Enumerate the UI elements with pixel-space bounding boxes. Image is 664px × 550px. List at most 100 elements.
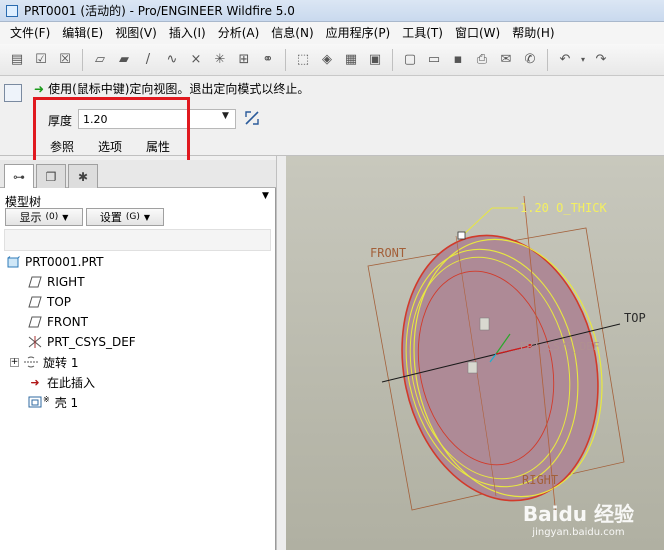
tree-item-shell[interactable]: ※ 壳 1 <box>28 392 78 412</box>
expand-plus-icon[interactable]: + <box>10 357 19 367</box>
tree-item-label: FRONT <box>47 315 88 329</box>
email-link-icon[interactable]: ✆ <box>519 49 541 71</box>
email-icon[interactable]: ✉ <box>495 49 517 71</box>
toolbar-separator <box>392 48 393 71</box>
csys-display-icon[interactable]: ✳ <box>209 49 231 71</box>
tree-item-front[interactable]: FRONT <box>28 312 88 332</box>
shell-icon <box>28 396 42 408</box>
csys-icon <box>28 336 42 348</box>
favorites-tab-icon[interactable]: ✱ <box>68 164 98 188</box>
new-file-icon[interactable]: ▢ <box>399 49 421 71</box>
menu-window[interactable]: 窗口(W) <box>449 22 506 44</box>
undo-icon[interactable]: ↶ <box>554 49 576 71</box>
menu-analysis[interactable]: 分析(A) <box>212 22 266 44</box>
csys-axis-tag <box>479 317 490 331</box>
show-button[interactable]: 显示 (0) ▼ <box>5 208 83 226</box>
tree-item-label: PRT0001.PRT <box>25 255 104 269</box>
datum-plane-icon <box>28 276 42 288</box>
toolbar-separator <box>285 48 286 71</box>
menu-file[interactable]: 文件(F) <box>4 22 56 44</box>
link-icon[interactable]: ⚭ <box>257 49 279 71</box>
tree-item-label: RIGHT <box>47 275 85 289</box>
view-manager-icon[interactable]: ▣ <box>364 49 386 71</box>
layers-icon[interactable]: ▦ <box>340 49 362 71</box>
menu-insert[interactable]: 插入(I) <box>163 22 212 44</box>
chevron-down-icon: ▼ <box>143 212 151 222</box>
front-plane-label: FRONT <box>370 246 406 260</box>
menu-applications[interactable]: 应用程序(P) <box>320 22 397 44</box>
window-check-icon[interactable]: ☑ <box>30 49 52 71</box>
undo-dropdown-icon[interactable]: ▾ <box>578 49 588 71</box>
window-title: PRT0001 (活动的) - Pro/ENGINEER Wildfire 5.… <box>24 4 295 18</box>
tree-item-insert-here[interactable]: ➜ 在此插入 <box>28 372 95 392</box>
datum-plane-display-icon[interactable]: ▱ <box>89 49 111 71</box>
flip-direction-icon[interactable] <box>243 109 261 127</box>
show-button-label: 显示 <box>19 211 42 224</box>
tree-item-csys[interactable]: PRT_CSYS_DEF <box>28 332 136 352</box>
top-plane-label: TOP <box>624 311 646 325</box>
folder-browser-tab-icon[interactable]: ❐ <box>36 164 66 188</box>
tree-item-label: 壳 1 <box>54 395 79 410</box>
panel-splitter[interactable] <box>276 156 286 550</box>
part-icon <box>6 256 20 268</box>
annotation-highlight-box <box>33 97 190 163</box>
tree-item-label: 旋转 1 <box>43 355 79 370</box>
datum-plane-icon <box>28 296 42 308</box>
model-tree-tab-icon[interactable]: ⊶ <box>4 164 34 189</box>
menu-tools[interactable]: 工具(T) <box>396 22 449 44</box>
datum-plane-icon <box>28 316 42 328</box>
message-arrow-icon: ➜ <box>34 81 45 96</box>
datum-plane-display-icon[interactable]: ▰ <box>113 49 135 71</box>
window-close-icon[interactable]: ☒ <box>54 49 76 71</box>
graphics-viewport[interactable]: 1.20 O_THICK FRONT TOP RIGHT PRT_CSYS_DE… <box>286 156 664 550</box>
navigator-tabs: ⊶ ❐ ✱ <box>0 160 276 189</box>
model-graphics: 1.20 O_THICK FRONT TOP RIGHT PRT_CSYS_DE… <box>367 195 646 517</box>
chevron-down-icon: ▼ <box>62 212 69 222</box>
menu-info[interactable]: 信息(N) <box>265 22 319 44</box>
menu-bar: 文件(F) 编辑(E) 视图(V) 插入(I) 分析(A) 信息(N) 应用程序… <box>0 22 664 44</box>
csys-axis-tag <box>467 361 478 374</box>
point-display-icon[interactable]: × <box>185 49 207 71</box>
new-feature-marker-icon: ※ <box>43 394 50 404</box>
dashboard-toggle-icon[interactable] <box>4 84 22 102</box>
tree-item-part[interactable]: PRT0001.PRT <box>6 252 103 272</box>
settings-button[interactable]: 设置 (G) ▼ <box>86 208 164 226</box>
curve-display-icon[interactable]: ∿ <box>161 49 183 71</box>
watermark: Baidu 经验 jingyan.baidu.com <box>523 498 634 538</box>
dimension-label: 1.20 O_THICK <box>520 201 607 215</box>
model-tree-panel: 模型树 ▼ 显示 (0) ▼ 设置 (G) ▼ PRT0001.PRT RIGH… <box>0 188 276 550</box>
panel-menu-icon[interactable]: ▼ <box>262 191 269 201</box>
orient-icon[interactable]: ⬚ <box>292 49 314 71</box>
message-text: 使用(鼠标中键)定向视图。退出定向模式以终止。 <box>48 82 310 96</box>
csys-label: PRT_CSYS_DEF <box>520 340 599 353</box>
tree-item-label: TOP <box>47 295 72 309</box>
app-icon <box>6 4 18 17</box>
menu-view[interactable]: 视图(V) <box>109 22 163 44</box>
print-icon[interactable]: ⎙ <box>471 49 493 71</box>
thickness-dropdown-icon[interactable]: ▼ <box>222 111 229 121</box>
tree-filter-strip[interactable] <box>4 229 271 251</box>
save-icon[interactable]: ▪ <box>447 49 469 71</box>
tree-item-right[interactable]: RIGHT <box>28 272 85 292</box>
saved-views-icon[interactable]: ◈ <box>316 49 338 71</box>
menu-edit[interactable]: 编辑(E) <box>56 22 109 44</box>
toolbar-separator <box>82 48 83 71</box>
dimension-leader <box>461 207 493 237</box>
tree-item-label: PRT_CSYS_DEF <box>47 335 136 349</box>
show-button-shortcut: (0) <box>45 212 59 222</box>
tree-item-top[interactable]: TOP <box>28 292 71 312</box>
watermark-url: jingyan.baidu.com <box>532 527 625 538</box>
open-file-icon[interactable]: ▭ <box>423 49 445 71</box>
datum-axis-display-icon[interactable]: / <box>137 49 159 71</box>
revolve-icon <box>24 356 38 368</box>
toolbar: ▤ ☑ ☒ ▱ ▰ / ∿ × ✳ ⊞ ⚭ ⬚ ◈ ▦ ▣ ▢ ▭ ▪ ⎙ ✉ … <box>0 44 664 76</box>
menu-help[interactable]: 帮助(H) <box>506 22 560 44</box>
annotation-display-icon[interactable]: ⊞ <box>233 49 255 71</box>
tree-item-revolve[interactable]: + 旋转 1 <box>10 352 78 372</box>
tree-item-label: 在此插入 <box>47 375 96 390</box>
title-bar: PRT0001 (活动的) - Pro/ENGINEER Wildfire 5.… <box>0 0 664 22</box>
settings-button-label: 设置 <box>99 211 122 224</box>
redo-icon[interactable]: ↷ <box>590 49 612 71</box>
settings-button-shortcut: (G) <box>125 212 140 222</box>
window-tile-icon[interactable]: ▤ <box>6 49 28 71</box>
